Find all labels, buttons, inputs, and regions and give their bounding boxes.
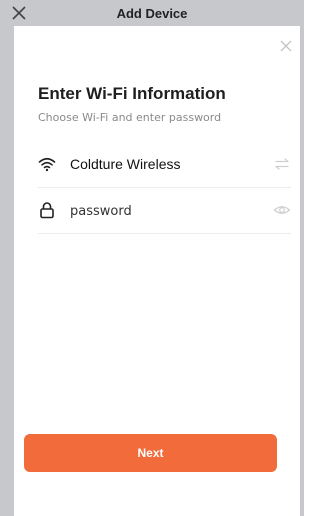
wifi-icon [38,155,56,173]
swap-icon[interactable] [273,156,291,172]
password-row [38,188,291,234]
page-subtitle: Choose Wi-Fi and enter password [38,111,222,124]
backdrop-left [0,26,14,516]
password-field[interactable] [70,200,250,222]
backdrop-right [300,26,304,516]
next-button[interactable]: Next [24,434,277,472]
wifi-network-row[interactable]: Coldture Wireless [38,142,291,188]
page-title: Enter Wi-Fi Information [38,84,226,103]
close-icon[interactable] [278,38,294,54]
add-device-screen: Add Device Enter Wi-Fi Information Choos… [0,0,304,516]
title-bar: Add Device [0,0,304,26]
lock-icon [38,201,56,219]
window-title: Add Device [116,6,188,21]
eye-icon[interactable] [273,202,291,218]
wifi-ssid: Coldture Wireless [70,156,181,172]
